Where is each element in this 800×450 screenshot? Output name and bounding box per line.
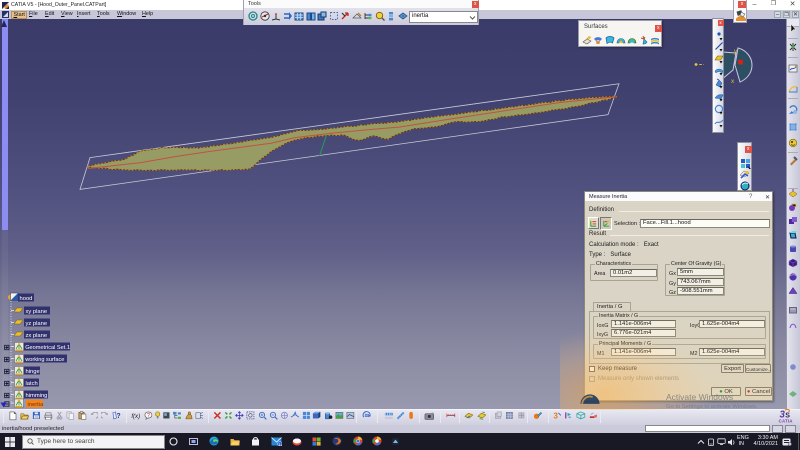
svg-text:f(x): f(x) <box>131 413 140 420</box>
svg-text:3: 3 <box>553 411 558 419</box>
svg-text:inertia: inertia <box>28 402 45 408</box>
svg-text:zx plane: zx plane <box>26 333 48 339</box>
svg-text:x: x <box>731 78 735 85</box>
svg-text:latch: latch <box>26 381 38 387</box>
svg-text:Geometrical Set.1: Geometrical Set.1 <box>25 345 70 351</box>
svg-text:hinge: hinge <box>26 369 40 375</box>
svg-text:?: ? <box>147 413 150 419</box>
svg-text:hood: hood <box>20 296 33 302</box>
svg-text:?: ? <box>116 413 120 420</box>
svg-text:working surface: working surface <box>24 357 64 363</box>
svg-text:14: 14 <box>278 442 282 446</box>
svg-text:CATIA: CATIA <box>779 418 794 422</box>
svg-text:himming: himming <box>26 393 48 399</box>
svg-text:yz plane: yz plane <box>26 321 48 327</box>
svg-text:xy plane: xy plane <box>26 309 48 315</box>
